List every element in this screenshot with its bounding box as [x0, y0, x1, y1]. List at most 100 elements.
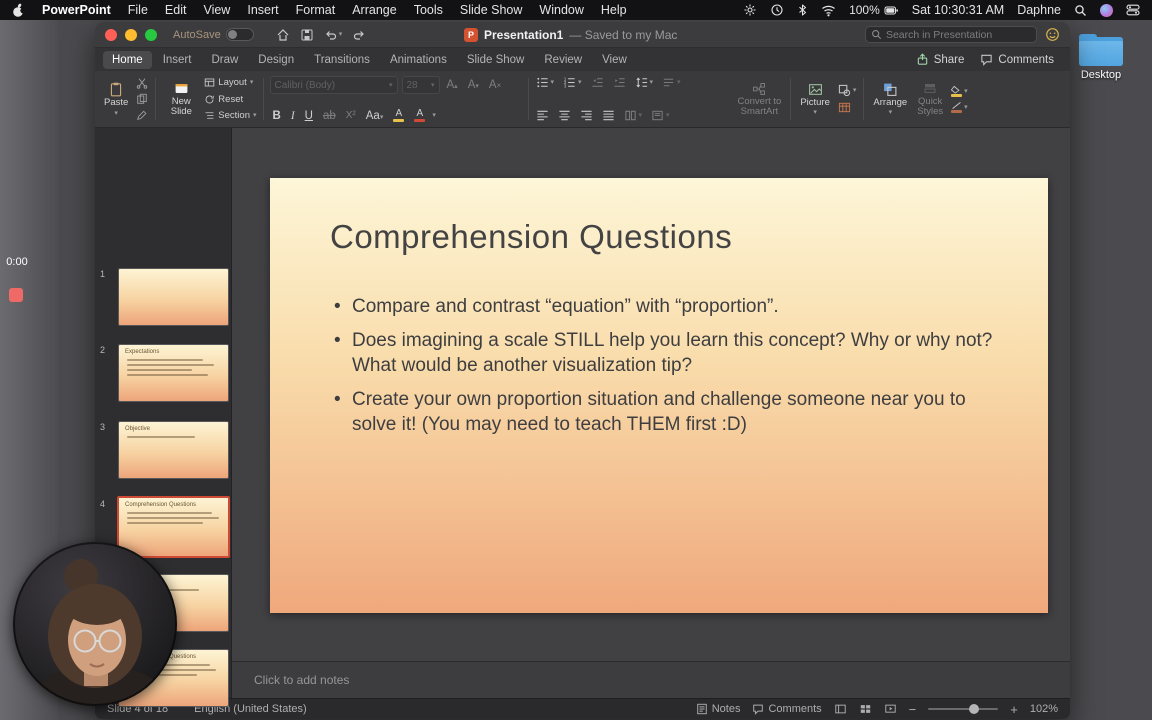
- siri-icon[interactable]: [1100, 3, 1113, 17]
- tab-review[interactable]: Review: [535, 51, 591, 69]
- copy-button[interactable]: [135, 93, 149, 105]
- zoom-slider-knob[interactable]: [968, 704, 979, 714]
- slideshow-view-button[interactable]: [884, 703, 897, 715]
- menu-app-name[interactable]: PowerPoint: [42, 3, 111, 17]
- slide-bullet-1[interactable]: Compare and contrast “equation” with “pr…: [332, 294, 1000, 319]
- quick-styles-button[interactable]: Quick Styles: [914, 74, 946, 124]
- font-size-combo[interactable]: 28 ▾: [401, 76, 440, 94]
- font-color-dropdown[interactable]: ▾: [432, 112, 436, 119]
- paste-button[interactable]: Paste ▾: [101, 74, 131, 124]
- comments-button[interactable]: Comments: [980, 53, 1054, 66]
- table-button[interactable]: [837, 101, 858, 114]
- reset-button[interactable]: Reset: [204, 94, 256, 105]
- new-slide-button[interactable]: New Slide: [162, 74, 200, 124]
- menu-clock[interactable]: Sat 10:30:31 AM: [912, 3, 1004, 17]
- align-left-button[interactable]: [535, 109, 550, 122]
- increase-indent-button[interactable]: [612, 76, 627, 89]
- align-text-button[interactable]: ▾: [650, 109, 671, 122]
- format-painter-button[interactable]: [135, 109, 149, 121]
- time-machine-icon[interactable]: [770, 3, 784, 17]
- menu-view[interactable]: View: [203, 3, 230, 17]
- tab-design[interactable]: Design: [249, 51, 303, 69]
- undo-button[interactable]: ▾: [324, 28, 342, 42]
- tab-view[interactable]: View: [593, 51, 636, 69]
- menu-file[interactable]: File: [128, 3, 148, 17]
- control-center-icon[interactable]: [1126, 3, 1140, 17]
- notes-pane[interactable]: Click to add notes: [232, 661, 1070, 698]
- superscript-button[interactable]: X²: [343, 110, 359, 121]
- feedback-smiley-icon[interactable]: [1045, 27, 1060, 42]
- wifi-icon[interactable]: [821, 4, 836, 17]
- font-color-button[interactable]: A: [411, 109, 428, 122]
- battery-indicator[interactable]: 100%: [849, 3, 899, 17]
- change-case-button[interactable]: Aa▾: [363, 110, 387, 122]
- shapes-button[interactable]: ▾: [837, 84, 858, 97]
- minimize-button[interactable]: [125, 28, 137, 41]
- spotlight-search-icon[interactable]: [1074, 4, 1087, 17]
- menu-help[interactable]: Help: [601, 3, 627, 17]
- highlight-color-button[interactable]: A: [390, 109, 407, 122]
- strikethrough-button[interactable]: ab: [320, 110, 339, 122]
- save-button[interactable]: [300, 28, 314, 42]
- bullets-button[interactable]: ▾: [535, 76, 556, 89]
- autosave-toggle[interactable]: [225, 28, 254, 41]
- notes-placeholder[interactable]: Click to add notes: [232, 673, 349, 687]
- text-direction-button[interactable]: ▾: [661, 76, 682, 89]
- zoom-out-button[interactable]: −: [909, 702, 917, 717]
- desktop-folder[interactable]: Desktop: [1076, 34, 1126, 81]
- justify-button[interactable]: [601, 109, 616, 122]
- home-quick-button[interactable]: [276, 28, 290, 42]
- align-right-button[interactable]: [579, 109, 594, 122]
- align-center-button[interactable]: [557, 109, 572, 122]
- decrease-indent-button[interactable]: [590, 76, 605, 89]
- zoom-window-button[interactable]: [145, 28, 157, 41]
- menu-window[interactable]: Window: [539, 3, 583, 17]
- slide-bullet-2[interactable]: Does imagining a scale STILL help you le…: [332, 328, 1000, 378]
- tab-transitions[interactable]: Transitions: [305, 51, 379, 69]
- recording-indicator[interactable]: [9, 288, 23, 302]
- comments-toggle-button[interactable]: Comments: [752, 703, 822, 715]
- normal-view-button[interactable]: [834, 703, 847, 715]
- menu-slide-show[interactable]: Slide Show: [460, 3, 523, 17]
- redo-button[interactable]: [352, 28, 366, 42]
- zoom-slider[interactable]: [928, 704, 999, 714]
- share-button[interactable]: Share: [916, 53, 964, 66]
- shape-fill-button[interactable]: ▾: [950, 85, 969, 97]
- slide-editing-area[interactable]: Comprehension Questions Compare and cont…: [270, 178, 1048, 613]
- shape-outline-button[interactable]: ▾: [950, 101, 969, 113]
- tab-insert[interactable]: Insert: [154, 51, 201, 69]
- slide-sorter-view-button[interactable]: [859, 703, 872, 715]
- font-name-combo[interactable]: Calibri (Body) ▾: [269, 76, 398, 94]
- thumbnail-slide-1[interactable]: [118, 268, 229, 326]
- search-input[interactable]: [885, 28, 1031, 41]
- webcam-overlay[interactable]: [13, 542, 177, 706]
- menu-user[interactable]: Daphne: [1017, 3, 1061, 17]
- cut-button[interactable]: [135, 77, 149, 89]
- slide-title[interactable]: Comprehension Questions: [330, 218, 732, 256]
- menu-insert[interactable]: Insert: [247, 3, 278, 17]
- gear-icon[interactable]: [743, 3, 757, 17]
- menu-tools[interactable]: Tools: [414, 3, 443, 17]
- shrink-font-button[interactable]: A▾: [465, 79, 482, 91]
- apple-logo-icon[interactable]: [12, 3, 25, 18]
- convert-to-smartart-button[interactable]: Convert to SmartArt: [735, 74, 785, 124]
- bold-button[interactable]: B: [270, 110, 284, 122]
- thumbnail-slide-3[interactable]: Objective: [118, 421, 229, 479]
- close-button[interactable]: [105, 28, 117, 41]
- clear-formatting-button[interactable]: A×: [486, 79, 504, 91]
- grow-font-button[interactable]: A▴: [444, 79, 461, 91]
- layout-button[interactable]: Layout ▾: [204, 77, 256, 88]
- presentation-search-field[interactable]: [864, 26, 1037, 43]
- tab-home[interactable]: Home: [103, 50, 152, 69]
- tab-slide-show[interactable]: Slide Show: [458, 51, 534, 69]
- tab-draw[interactable]: Draw: [202, 51, 247, 69]
- columns-button[interactable]: ▾: [623, 109, 644, 122]
- zoom-in-button[interactable]: +: [1010, 702, 1018, 717]
- menu-format[interactable]: Format: [296, 3, 336, 17]
- menu-edit[interactable]: Edit: [165, 3, 187, 17]
- line-spacing-button[interactable]: ▾: [634, 76, 655, 89]
- underline-button[interactable]: U: [302, 110, 316, 122]
- arrange-button[interactable]: Arrange ▾: [870, 74, 910, 124]
- numbering-button[interactable]: 1 2 3 ▾: [562, 76, 583, 89]
- tab-animations[interactable]: Animations: [381, 51, 456, 69]
